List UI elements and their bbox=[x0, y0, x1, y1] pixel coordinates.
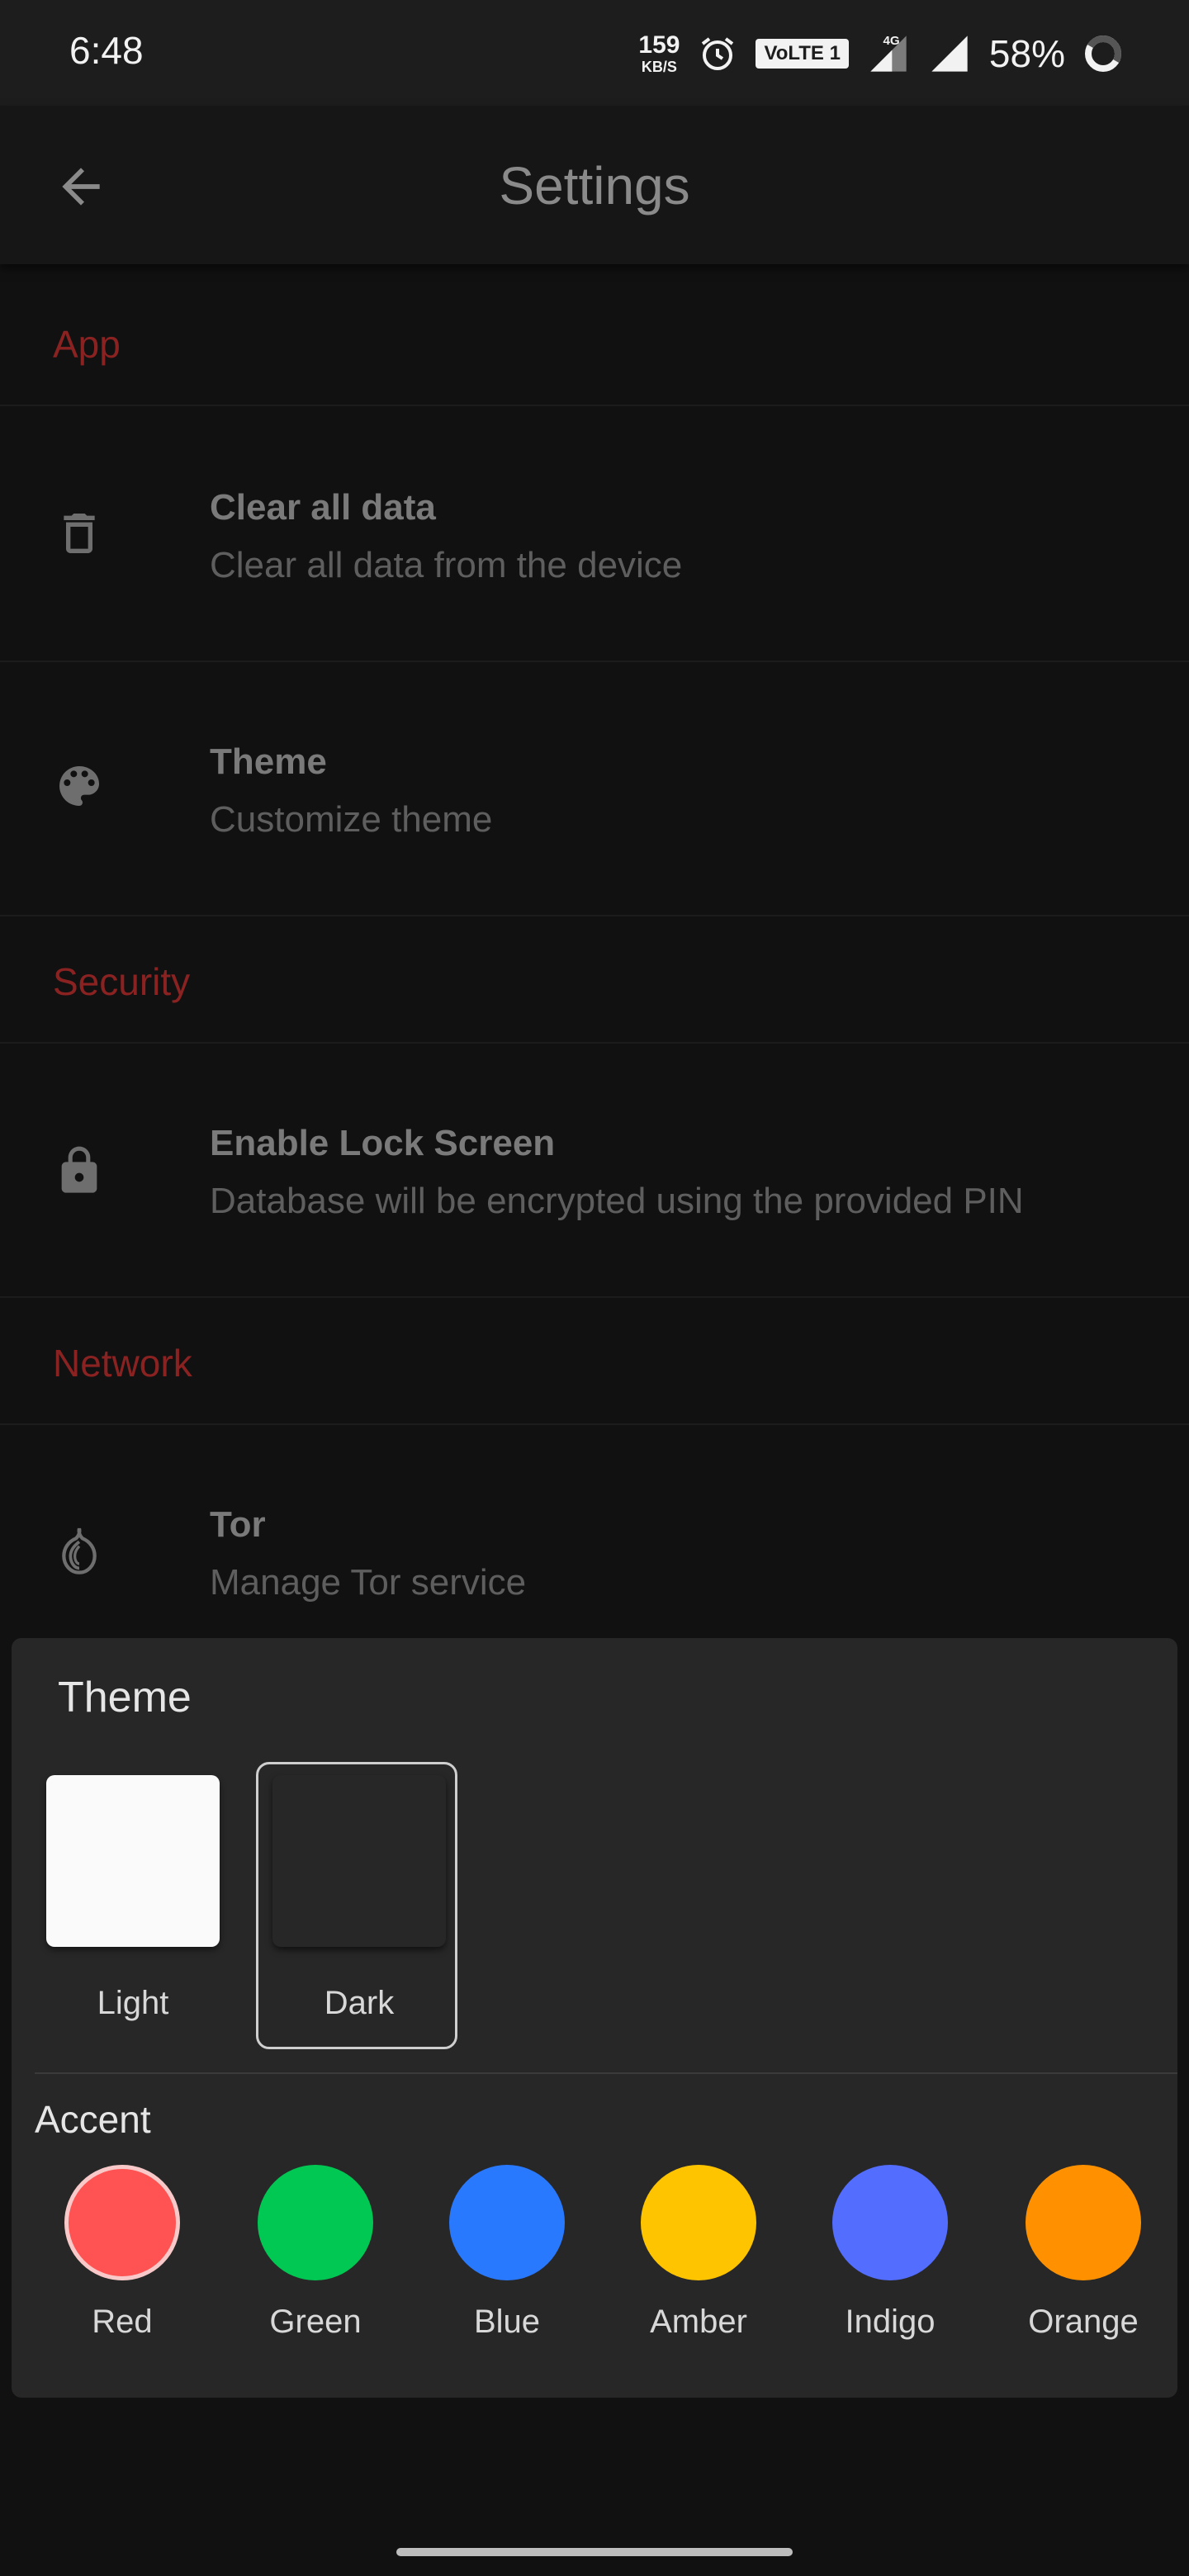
divider bbox=[0, 1423, 1189, 1425]
network-speed-value: 159 bbox=[638, 31, 680, 59]
accent-label: Amber bbox=[650, 2304, 747, 2340]
section-header-security: Security bbox=[53, 960, 191, 1003]
accent-swatch bbox=[832, 2165, 948, 2280]
accent-option-orange[interactable]: Orange bbox=[1017, 2165, 1149, 2346]
sheet-title: Theme bbox=[58, 1674, 192, 1721]
home-indicator[interactable] bbox=[396, 2548, 793, 2556]
setting-subtitle: Clear all data from the device bbox=[210, 545, 683, 585]
accent-label: Indigo bbox=[845, 2304, 936, 2340]
accent-label: Blue bbox=[473, 2304, 541, 2340]
network-type: 4G bbox=[883, 34, 899, 48]
accent-title: Accent bbox=[35, 2098, 151, 2141]
accent-option-green[interactable]: Green bbox=[249, 2165, 381, 2346]
setting-title: Enable Lock Screen bbox=[210, 1123, 556, 1163]
network-speed: 159 KB/S bbox=[638, 31, 680, 75]
setting-title: Theme bbox=[210, 741, 327, 782]
accent-option-indigo[interactable]: Indigo bbox=[824, 2165, 956, 2346]
status-bar: 6:48 159 KB/S VoLTE 1 4G 58% bbox=[0, 0, 1189, 106]
accent-swatch bbox=[449, 2165, 565, 2280]
signal-icon bbox=[931, 36, 968, 72]
accent-label: Orange bbox=[1028, 2304, 1139, 2340]
divider bbox=[0, 661, 1189, 662]
dark-theme-swatch bbox=[272, 1775, 446, 1947]
trash-icon bbox=[64, 514, 95, 553]
onion-icon bbox=[62, 1527, 97, 1574]
battery-ring-icon bbox=[1085, 36, 1121, 72]
volte-badge: VoLTE 1 bbox=[756, 39, 849, 69]
network-speed-unit: KB/S bbox=[641, 59, 677, 75]
section-header-network: Network bbox=[53, 1342, 192, 1385]
section-header-app: App bbox=[53, 323, 121, 366]
lock-icon bbox=[61, 1146, 97, 1193]
accent-option-blue[interactable]: Blue bbox=[441, 2165, 573, 2346]
setting-title: Tor bbox=[210, 1504, 266, 1545]
light-theme-swatch bbox=[46, 1775, 220, 1947]
alarm-icon bbox=[702, 37, 734, 70]
battery-percent: 58% bbox=[988, 32, 1065, 75]
setting-title: Clear all data bbox=[210, 487, 436, 528]
divider bbox=[0, 405, 1189, 406]
accent-option-red[interactable]: Red bbox=[56, 2165, 188, 2346]
accent-label: Green bbox=[269, 2304, 362, 2340]
accent-swatch bbox=[1026, 2165, 1141, 2280]
accent-label: Red bbox=[92, 2304, 153, 2340]
accent-swatch bbox=[641, 2165, 756, 2280]
page-title: Settings bbox=[499, 156, 690, 215]
signal-4g-icon: 4G bbox=[870, 34, 907, 72]
accent-swatch bbox=[64, 2165, 180, 2280]
divider bbox=[0, 1042, 1189, 1044]
status-time: 6:48 bbox=[69, 29, 144, 72]
setting-subtitle: Manage Tor service bbox=[210, 1562, 527, 1603]
accent-swatch bbox=[258, 2165, 373, 2280]
accent-option-amber[interactable]: Amber bbox=[632, 2165, 765, 2346]
theme-option-label: Light bbox=[97, 1985, 169, 2021]
setting-subtitle: Customize theme bbox=[210, 799, 493, 840]
theme-option-label: Dark bbox=[324, 1985, 395, 2021]
setting-subtitle: Database will be encrypted using the pro… bbox=[210, 1181, 1024, 1221]
divider bbox=[0, 1296, 1189, 1298]
theme-bottom-sheet: Theme Light Dark Accent Red Green Blue A… bbox=[12, 1638, 1177, 2398]
divider bbox=[0, 915, 1189, 916]
divider bbox=[35, 2072, 1177, 2074]
status-icons: 159 KB/S VoLTE 1 4G 58% bbox=[638, 25, 1123, 83]
palette-icon bbox=[59, 766, 99, 806]
